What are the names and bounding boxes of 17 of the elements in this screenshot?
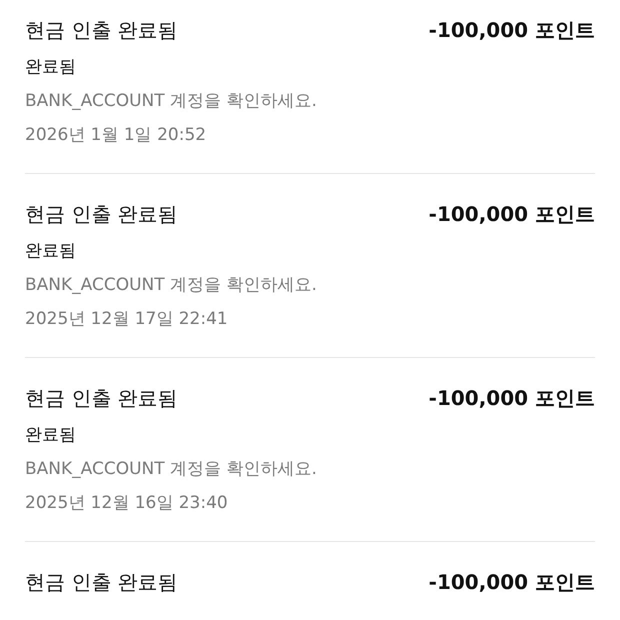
transaction-title: 현금 인출 완료됨: [25, 384, 178, 412]
status-text: 완료됨: [25, 56, 77, 79]
amount-text: -100,000 포인트: [428, 568, 595, 596]
date-text: 2025년 12월 16일 23:40: [25, 492, 229, 515]
note-text: BANK_ACCOUNT 계정을 확인하세요.: [25, 274, 318, 297]
amount-text: -100,000 포인트: [428, 16, 595, 44]
transaction-title: 현금 인출 완료됨: [25, 16, 178, 44]
transaction-title: 현금 인출 완료됨: [25, 568, 178, 596]
date-text: 2026년 1월 1일 20:52: [25, 124, 208, 147]
amount-text: -100,000 포인트: [428, 384, 595, 412]
note-text: BANK_ACCOUNT 계정을 확인하세요.: [25, 458, 318, 481]
status-text: 완료됨: [25, 240, 77, 263]
amount-text: -100,000 포인트: [428, 200, 595, 228]
date-text: 2025년 12월 17일 22:41: [25, 308, 229, 331]
status-text: 완료됨: [25, 424, 77, 447]
transaction-title: 현금 인출 완료됨: [25, 200, 178, 228]
note-text: BANK_ACCOUNT 계정을 확인하세요.: [25, 90, 318, 113]
